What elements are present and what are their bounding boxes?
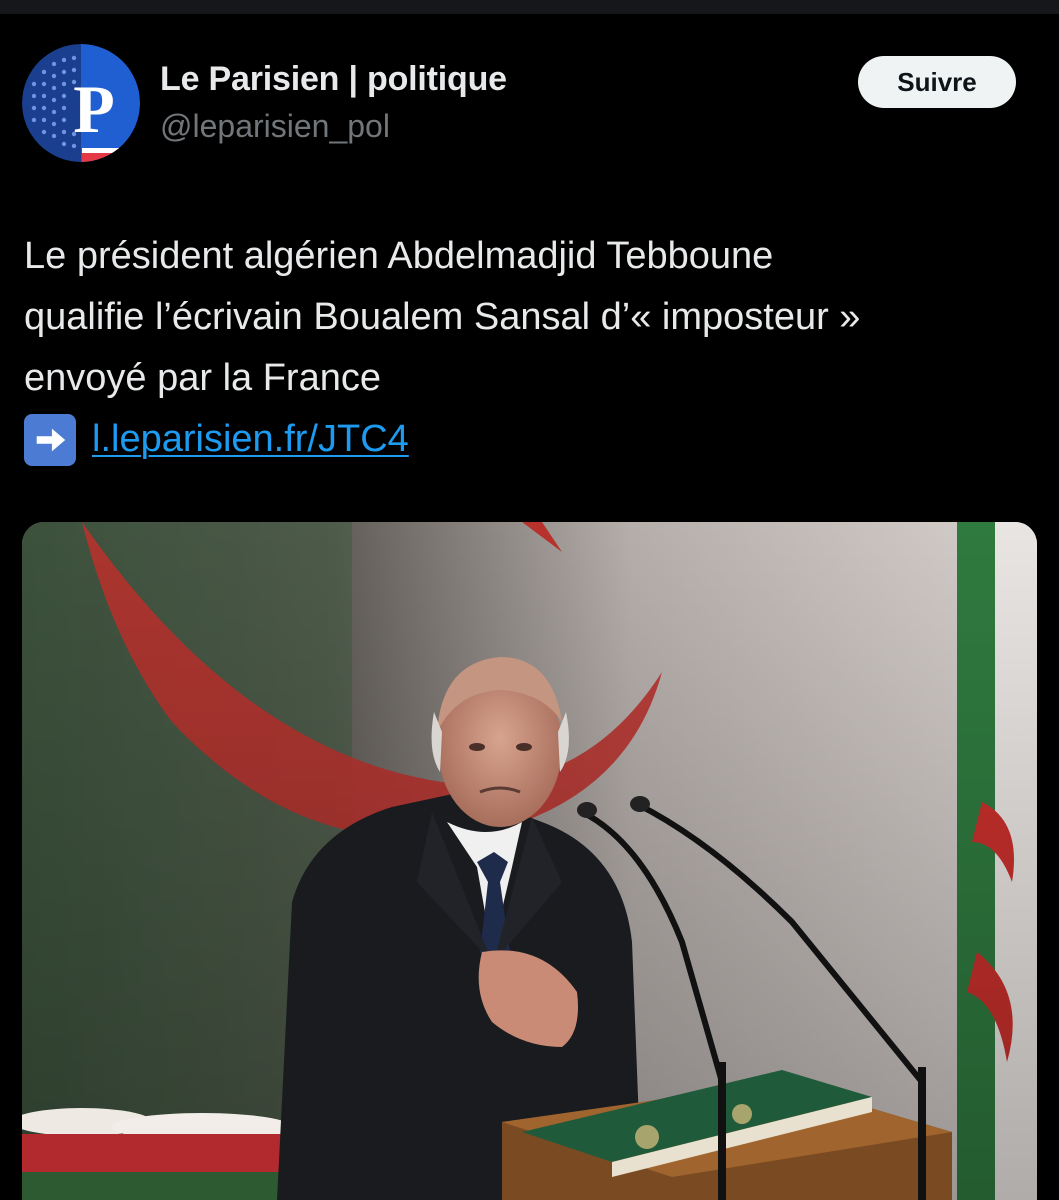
tweet-link[interactable]: l.leparisien.fr/JTC4 [92, 409, 409, 470]
tweet-text-line: Le président algérien Abdelmadjid Tebbou… [24, 235, 774, 277]
follow-button[interactable]: Suivre [858, 56, 1016, 108]
avatar[interactable]: P [22, 44, 140, 162]
account-handle[interactable]: @leparisien_pol [160, 106, 507, 146]
avatar-letter: P [73, 71, 115, 147]
display-name[interactable]: Le Parisien | politique [160, 58, 507, 100]
right-arrow-icon [24, 413, 76, 466]
tweet-photo[interactable] [22, 522, 1037, 1200]
tweet-text-line: envoyé par la France [24, 357, 381, 399]
tweet-link-line: l.leparisien.fr/JTC4 [24, 409, 1034, 470]
photo-president-speaking [22, 522, 1037, 1200]
tweet-header: P Le Parisien | politique @leparisien_po… [22, 44, 1022, 162]
le-parisien-logo-icon: P [22, 44, 140, 162]
tweet-text-line: qualifie l’écrivain Boualem Sansal d’« i… [24, 296, 861, 338]
tweet-text: Le président algérien Abdelmadjid Tebbou… [24, 226, 1034, 470]
account-names: Le Parisien | politique @leparisien_pol [160, 58, 507, 146]
top-edge-bar [0, 0, 1059, 14]
